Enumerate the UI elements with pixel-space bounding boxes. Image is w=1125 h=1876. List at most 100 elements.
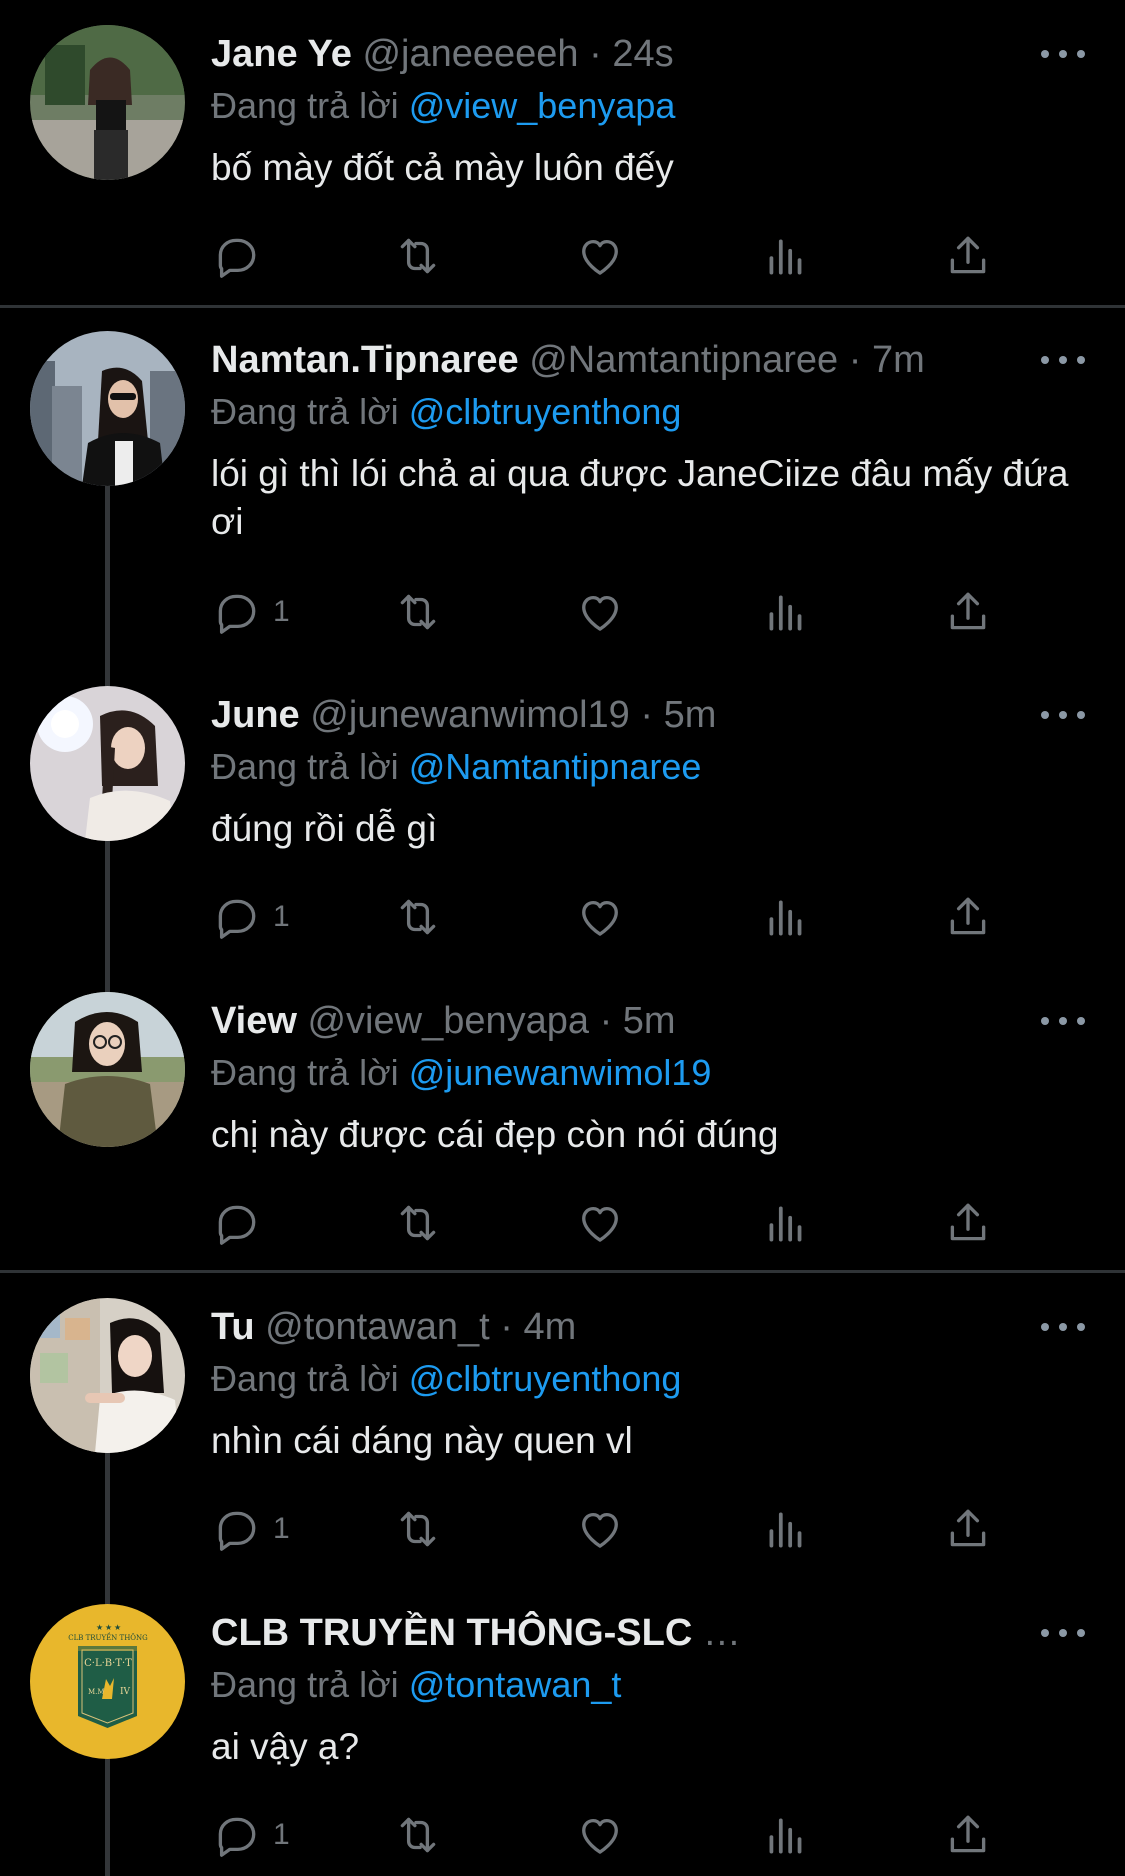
tweet[interactable]: Jane Ye @janeeeeeh · 24s Đang trả lời @v… (0, 0, 1125, 305)
views-button[interactable] (761, 1807, 811, 1863)
share-button[interactable] (943, 584, 993, 640)
reply-icon (218, 1511, 256, 1551)
like-button[interactable] (575, 1501, 625, 1557)
reply-button[interactable]: 1 (211, 584, 290, 640)
views-button[interactable] (761, 889, 811, 945)
tweet-actions: 1 (211, 1807, 1001, 1863)
tweet[interactable]: CLB TRUYỀN THÔNG ★ ★ ★ C·L·B·T·T M.M IV … (0, 1579, 1125, 1876)
tweet-header: Jane Ye @janeeeeeh · 24s (211, 26, 1005, 82)
user-handle[interactable]: @janeeeeeh (362, 33, 578, 75)
separator-dot: · (589, 33, 602, 75)
display-name[interactable]: Jane Ye (211, 33, 352, 75)
retweet-button[interactable] (393, 228, 443, 284)
avatar[interactable] (30, 25, 185, 180)
display-name[interactable]: June (211, 694, 300, 736)
retweet-button[interactable] (393, 889, 443, 945)
avatar[interactable] (30, 1298, 185, 1453)
more-dot (1059, 356, 1067, 364)
reply-button[interactable] (211, 228, 273, 284)
user-handle[interactable]: @Namtantipnaree (529, 339, 838, 381)
timestamp[interactable]: 5m (623, 1000, 676, 1042)
display-name[interactable]: CLB TRUYỀN THÔNG-SLC (211, 1612, 692, 1654)
retweet-button[interactable] (393, 1195, 443, 1251)
retweet-icon (400, 594, 436, 630)
replying-to-label: Đang trả lời (211, 85, 399, 126)
tweet-header: June @junewanwimol19 · 5m (211, 687, 1005, 743)
mention-link[interactable]: @Namtantipnaree (409, 746, 702, 787)
user-handle[interactable]: @junewanwimol19 (310, 694, 630, 736)
more-dot (1041, 50, 1049, 58)
reply-button[interactable]: 1 (211, 1807, 290, 1863)
share-icon (950, 1815, 986, 1853)
mention-link[interactable]: @clbtruyenthong (409, 391, 682, 432)
display-name[interactable]: Tu (211, 1306, 255, 1348)
like-button[interactable] (575, 1807, 625, 1863)
mention-link[interactable]: @clbtruyenthong (409, 1358, 682, 1399)
views-button[interactable] (761, 584, 811, 640)
share-button[interactable] (943, 1807, 993, 1863)
tweet[interactable]: View @view_benyapa · 5m Đang trả lời @ju… (0, 967, 1125, 1270)
user-handle[interactable]: … (703, 1612, 741, 1654)
reply-count: 1 (273, 1818, 290, 1851)
share-icon (950, 1509, 986, 1547)
views-button[interactable] (761, 228, 811, 284)
tweet-actions (211, 228, 1001, 284)
more-dot (1041, 356, 1049, 364)
more-options-button[interactable] (1041, 1309, 1085, 1345)
user-handle[interactable]: @view_benyapa (307, 1000, 589, 1042)
mention-link[interactable]: @junewanwimol19 (409, 1052, 712, 1093)
tweet[interactable]: Tu @tontawan_t · 4m Đang trả lời @clbtru… (0, 1273, 1125, 1579)
share-button[interactable] (943, 889, 993, 945)
more-dot (1059, 50, 1067, 58)
timestamp[interactable]: 24s (612, 33, 673, 75)
more-dot (1041, 711, 1049, 719)
tweet-text: lói gì thì lói chả ai qua được JaneCiize… (211, 453, 1069, 542)
tweet-text: ai vậy ạ? (211, 1726, 360, 1767)
share-icon (950, 1203, 986, 1241)
avatar[interactable]: CLB TRUYỀN THÔNG ★ ★ ★ C·L·B·T·T M.M IV (30, 1604, 185, 1759)
replying-to-label: Đang trả lời (211, 1358, 399, 1399)
share-button[interactable] (943, 1195, 993, 1251)
reply-button[interactable]: 1 (211, 889, 290, 945)
retweet-button[interactable] (393, 1501, 443, 1557)
timestamp[interactable]: 5m (664, 694, 717, 736)
retweet-button[interactable] (393, 1807, 443, 1863)
share-icon (950, 236, 986, 274)
reply-count: 1 (273, 595, 290, 628)
share-icon (950, 592, 986, 630)
retweet-button[interactable] (393, 584, 443, 640)
share-button[interactable] (943, 228, 993, 284)
more-dot (1059, 711, 1067, 719)
avatar[interactable] (30, 331, 185, 486)
share-button[interactable] (943, 1501, 993, 1557)
reply-button[interactable]: 1 (211, 1501, 290, 1557)
more-options-button[interactable] (1041, 1615, 1085, 1651)
views-chart-icon (769, 239, 802, 275)
timestamp[interactable]: 7m (872, 339, 925, 381)
like-button[interactable] (575, 889, 625, 945)
reply-button[interactable] (211, 1195, 273, 1251)
tweet[interactable]: June @junewanwimol19 · 5m Đang trả lời @… (0, 661, 1125, 967)
display-name[interactable]: View (211, 1000, 297, 1042)
mention-link[interactable]: @tontawan_t (409, 1664, 622, 1705)
views-button[interactable] (761, 1501, 811, 1557)
like-button[interactable] (575, 228, 625, 284)
user-handle[interactable]: @tontawan_t (265, 1306, 490, 1348)
more-options-button[interactable] (1041, 342, 1085, 378)
timestamp[interactable]: 4m (523, 1306, 576, 1348)
views-button[interactable] (761, 1195, 811, 1251)
more-options-button[interactable] (1041, 697, 1085, 733)
avatar-photo-icon (30, 992, 185, 1147)
display-name[interactable]: Namtan.Tipnaree (211, 339, 519, 381)
tweet[interactable]: Namtan.Tipnaree @Namtantipnaree · 7m Đan… (0, 306, 1125, 634)
avatar[interactable] (30, 686, 185, 841)
like-button[interactable] (575, 584, 625, 640)
reply-icon (218, 238, 256, 278)
more-options-button[interactable] (1041, 1003, 1085, 1039)
avatar[interactable] (30, 992, 185, 1147)
reply-icon (218, 1817, 256, 1857)
mention-link[interactable]: @view_benyapa (409, 85, 676, 126)
like-button[interactable] (575, 1195, 625, 1251)
more-options-button[interactable] (1041, 36, 1085, 72)
more-dot (1077, 1323, 1085, 1331)
